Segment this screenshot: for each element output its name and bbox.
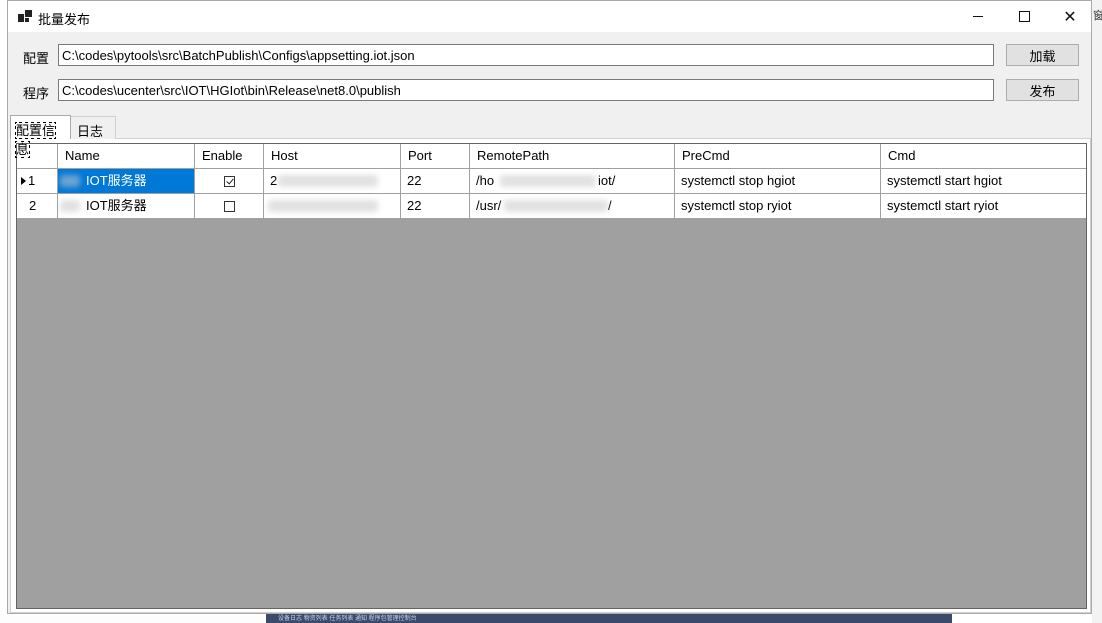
- app-icon: [18, 10, 32, 22]
- row-header[interactable]: 1: [17, 169, 58, 194]
- table-row[interactable]: 2 IOT服务器 22 /usr// systemctl stop ryiot …: [17, 194, 1086, 219]
- program-path-input[interactable]: [58, 79, 994, 101]
- enable-checkbox[interactable]: [223, 175, 235, 187]
- cell-remotepath[interactable]: /ho iot/: [470, 169, 675, 194]
- tab-log[interactable]: 日志: [70, 116, 116, 139]
- cell-name[interactable]: IOT服务器: [58, 194, 195, 219]
- cell-precmd[interactable]: systemctl stop hgiot: [675, 169, 881, 194]
- column-header-precmd[interactable]: PreCmd: [675, 144, 881, 169]
- program-label: 程序: [23, 86, 50, 101]
- load-button[interactable]: 加载: [1006, 44, 1079, 66]
- cell-port[interactable]: 22: [401, 194, 470, 219]
- cell-enable[interactable]: [195, 169, 264, 194]
- row-header[interactable]: 2: [17, 194, 58, 219]
- cell-remotepath-tail: /: [608, 198, 612, 213]
- background-edge-text: 窗: [1093, 10, 1102, 22]
- cell-enable[interactable]: [195, 194, 264, 219]
- column-header-port[interactable]: Port: [401, 144, 470, 169]
- cell-host-text: 2: [270, 173, 278, 188]
- cell-cmd[interactable]: systemctl start ryiot: [881, 194, 1086, 219]
- cell-host[interactable]: [264, 194, 401, 219]
- cell-host[interactable]: 2: [264, 169, 401, 194]
- config-path-input[interactable]: [58, 44, 994, 66]
- config-grid[interactable]: Name Enable Host Port RemotePath PreCmd …: [16, 143, 1087, 609]
- batch-publish-window: 批量发布 ✕ 配置 加载 程序 发布 配置信息 日志 Name Enable H…: [7, 0, 1092, 614]
- cell-precmd[interactable]: systemctl stop ryiot: [675, 194, 881, 219]
- close-button[interactable]: ✕: [1047, 1, 1093, 32]
- redaction-blur: [278, 175, 378, 187]
- cell-name[interactable]: IOT服务器: [58, 169, 195, 194]
- maximize-button[interactable]: [1001, 1, 1047, 32]
- maximize-icon: [1018, 11, 1030, 22]
- row-index: 2: [29, 198, 37, 213]
- cell-remotepath[interactable]: /usr/ /: [470, 194, 675, 219]
- minimize-icon: [973, 16, 983, 17]
- config-label: 配置: [23, 51, 50, 66]
- current-row-arrow-icon: [21, 177, 26, 185]
- column-header-enable[interactable]: Enable: [195, 144, 264, 169]
- close-icon: ✕: [1063, 8, 1077, 26]
- cell-cmd[interactable]: systemctl start hgiot: [881, 169, 1086, 194]
- cell-remotepath-text: /usr/: [476, 198, 502, 213]
- redaction-blur: [504, 200, 608, 212]
- cell-port[interactable]: 22: [401, 169, 470, 194]
- column-header-name[interactable]: Name: [58, 144, 195, 169]
- grid-header-row: Name Enable Host Port RemotePath PreCmd …: [17, 144, 1086, 169]
- redaction-blur: [268, 200, 378, 212]
- row-index: 1: [28, 173, 36, 188]
- column-header-remotepath[interactable]: RemotePath: [470, 144, 675, 169]
- window-title: 批量发布: [38, 12, 91, 27]
- title-bar[interactable]: 批量发布 ✕: [8, 1, 1091, 32]
- minimize-button[interactable]: [955, 1, 1001, 32]
- publish-button[interactable]: 发布: [1006, 79, 1079, 101]
- cell-remotepath-tail: iot/: [598, 173, 616, 188]
- enable-checkbox[interactable]: [223, 200, 235, 212]
- column-header-cmd[interactable]: Cmd: [881, 144, 1086, 169]
- table-row[interactable]: 1 IOT服务器 2 22 /ho iot/ systemctl stop hgi…: [17, 169, 1086, 194]
- cell-remotepath-text: /ho: [476, 173, 495, 188]
- column-header-host[interactable]: Host: [264, 144, 401, 169]
- background-window-edge: 窗: [1092, 0, 1102, 623]
- redaction-blur: [60, 200, 80, 212]
- background-taskbar: 设备日志 物资列表 任务列表 通知 程序包管理控制台: [266, 614, 952, 623]
- redaction-blur: [500, 175, 596, 187]
- tab-config-info[interactable]: 配置信息: [10, 115, 71, 158]
- background-taskbar-text: 设备日志 物资列表 任务列表 通知 程序包管理控制台: [278, 616, 417, 622]
- background-strip: [0, 614, 266, 623]
- redaction-blur: [60, 175, 80, 187]
